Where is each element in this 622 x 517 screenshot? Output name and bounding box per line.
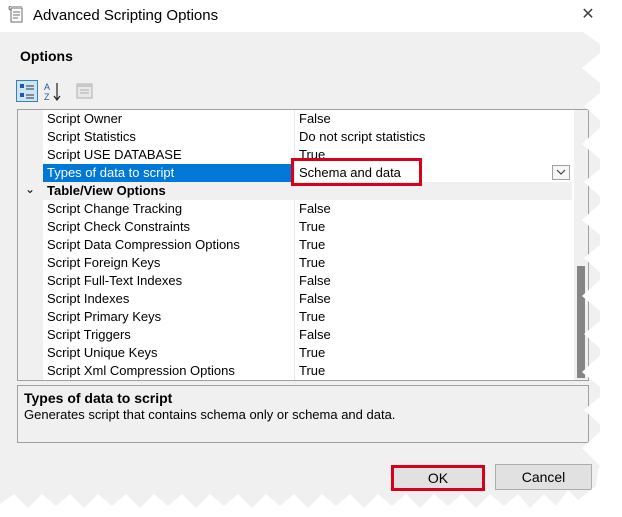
torn-edge-decoration [0, 0, 622, 517]
